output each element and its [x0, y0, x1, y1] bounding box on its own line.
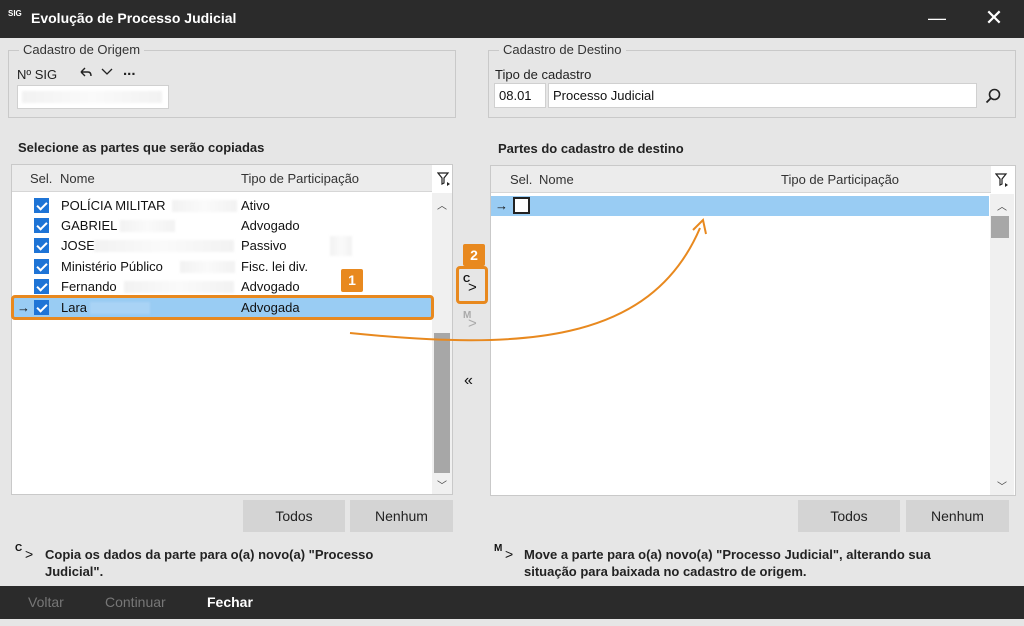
copy-description: Copia os dados da parte para o(a) novo(a… [45, 547, 374, 579]
footer-bar: Voltar Continuar Fechar [0, 586, 1024, 619]
copy-chevron-icon: > [25, 546, 34, 562]
annotation-arrow [349, 217, 707, 342]
voltar-button[interactable]: Voltar [28, 594, 64, 610]
move-description: Move a parte para o(a) novo(a) "Processo… [524, 547, 931, 579]
move-letter-glyph: M [494, 543, 503, 554]
continuar-button[interactable]: Continuar [105, 594, 166, 610]
fechar-button[interactable]: Fechar [207, 594, 253, 610]
copy-letter-glyph: C [15, 543, 23, 554]
move-chevron-icon: > [505, 546, 514, 562]
